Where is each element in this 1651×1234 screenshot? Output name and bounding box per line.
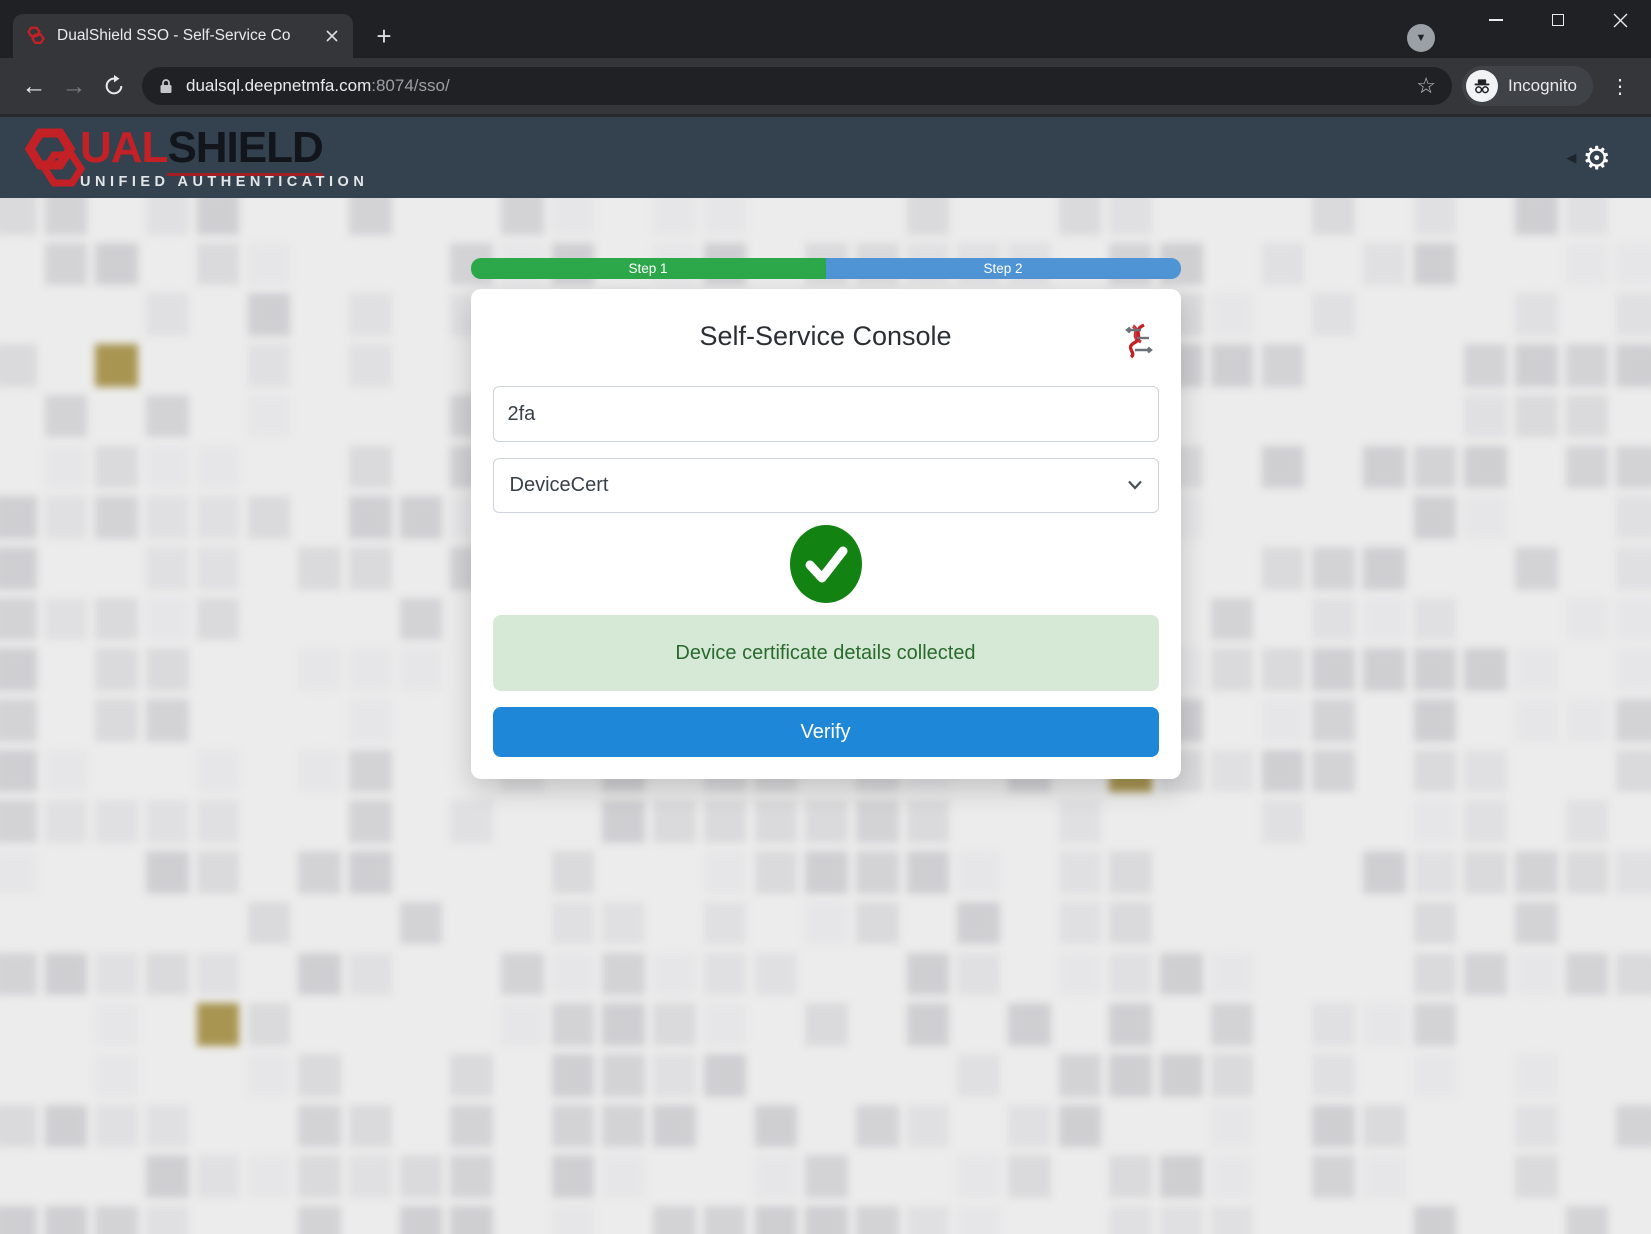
collapse-triangle-icon: ◀ xyxy=(1566,150,1576,166)
reload-icon xyxy=(103,75,125,97)
maximize-icon xyxy=(1552,14,1564,26)
authenticator-select[interactable]: DeviceCert xyxy=(493,458,1159,513)
incognito-label: Incognito xyxy=(1508,76,1577,96)
close-icon xyxy=(1613,13,1628,28)
browser-tab[interactable]: DualShield SSO - Self-Service Co xyxy=(13,14,353,58)
incognito-badge: Incognito xyxy=(1462,66,1593,106)
page-title: Self-Service Console xyxy=(493,321,1159,352)
lock-icon xyxy=(158,78,174,94)
url-text: dualsql.deepnetmfa.com:8074/sso/ xyxy=(186,76,1412,96)
chevron-down-icon xyxy=(1128,480,1142,490)
username-input[interactable] xyxy=(493,386,1159,442)
self-service-card: Self-Service Console DeviceCert xyxy=(471,289,1181,779)
status-message: Device certificate details collected xyxy=(493,615,1159,691)
browser-menu-button[interactable]: ⋮ xyxy=(1603,74,1637,99)
url-domain: dualsql.deepnetmfa.com xyxy=(186,76,371,95)
verify-button[interactable]: Verify xyxy=(493,707,1159,757)
url-path: :8074/sso/ xyxy=(371,76,449,95)
browser-titlebar: DualShield SSO - Self-Service Co + ▼ xyxy=(0,0,1651,58)
new-tab-button[interactable]: + xyxy=(366,18,402,54)
close-button[interactable] xyxy=(1589,0,1651,40)
authenticator-selected-option: DeviceCert xyxy=(510,474,609,497)
logo-wordmark: UALSHIELD xyxy=(80,125,368,171)
tab-close-icon[interactable] xyxy=(321,25,343,47)
page-background: Step 1 Step 2 Self-Service Console Devic… xyxy=(0,198,1651,1234)
dna-icon xyxy=(1121,323,1155,359)
back-arrow-icon: ← xyxy=(22,72,47,101)
logo-tagline: UNIFIED AUTHENTICATION xyxy=(80,174,368,190)
step-2-segment: Step 2 xyxy=(826,258,1181,279)
bookmark-star-icon[interactable]: ☆ xyxy=(1412,73,1440,99)
tab-search-button[interactable]: ▼ xyxy=(1407,24,1435,52)
reload-button[interactable] xyxy=(94,66,134,106)
success-check-icon xyxy=(790,525,862,603)
minimize-button[interactable] xyxy=(1465,0,1527,40)
step-progress-bar: Step 1 Step 2 xyxy=(471,258,1181,279)
dualshield-logo: UALSHIELD UNIFIED AUTHENTICATION xyxy=(22,125,368,191)
caret-down-icon: ▼ xyxy=(1416,32,1427,44)
address-bar[interactable]: dualsql.deepnetmfa.com:8074/sso/ ☆ xyxy=(142,67,1452,105)
minimize-icon xyxy=(1489,19,1503,21)
forward-button[interactable]: → xyxy=(54,66,94,106)
dualshield-favicon-icon xyxy=(25,25,47,47)
back-button[interactable]: ← xyxy=(14,66,54,106)
step-1-segment: Step 1 xyxy=(471,258,826,279)
settings-gear-icon[interactable]: ⚙ xyxy=(1582,142,1611,174)
app-header: UALSHIELD UNIFIED AUTHENTICATION ◀ ⚙ xyxy=(0,114,1651,198)
forward-arrow-icon: → xyxy=(62,72,87,101)
incognito-icon xyxy=(1466,70,1498,102)
tab-title: DualShield SSO - Self-Service Co xyxy=(57,27,321,45)
browser-window: DualShield SSO - Self-Service Co + ▼ ← → xyxy=(0,0,1651,1234)
browser-toolbar: ← → dualsql.deepnetmfa.com:8074/sso/ ☆ xyxy=(0,58,1651,114)
maximize-button[interactable] xyxy=(1527,0,1589,40)
